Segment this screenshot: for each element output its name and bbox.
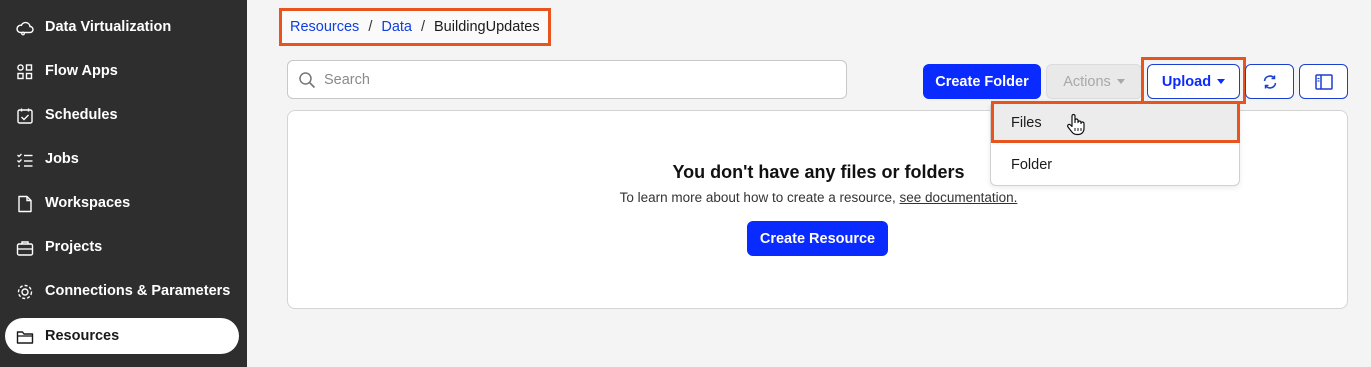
grid-icon: [17, 64, 33, 80]
actions-button[interactable]: Actions: [1046, 64, 1142, 99]
breadcrumb-link-data[interactable]: Data: [381, 19, 412, 35]
sidebar-item-label: Projects: [45, 239, 103, 255]
breadcrumb-link-resources[interactable]: Resources: [290, 19, 359, 35]
sidebar-item-label: Jobs: [45, 151, 79, 167]
breadcrumb-separator: /: [368, 19, 373, 35]
refresh-icon: [1263, 74, 1276, 89]
create-folder-button[interactable]: Create Folder: [923, 64, 1041, 99]
sidebar-item-projects[interactable]: Projects: [5, 229, 239, 265]
breadcrumb-current: BuildingUpdates: [434, 19, 540, 35]
sidebar-item-label: Data Virtualization: [45, 19, 172, 35]
checklist-icon: [17, 153, 33, 167]
sidebar-item-jobs[interactable]: Jobs: [5, 141, 239, 177]
sidebar-item-label: Workspaces: [45, 195, 131, 211]
sidebar-item-label: Flow Apps: [45, 63, 118, 79]
sidebar-item-data-virtualization[interactable]: Data Virtualization: [5, 9, 239, 45]
chevron-down-icon: [1116, 79, 1125, 84]
menu-item-folder[interactable]: Folder: [991, 145, 1239, 185]
upload-highlight: [1141, 57, 1246, 104]
files-highlight: [991, 101, 1240, 143]
sidebar-item-workspaces[interactable]: Workspaces: [5, 185, 239, 221]
create-resource-button[interactable]: Create Resource: [747, 221, 888, 256]
search-box: [287, 60, 847, 99]
folder-icon: [16, 331, 34, 344]
search-input[interactable]: [324, 69, 824, 91]
search-icon: [299, 72, 316, 89]
side-panel-icon: [1314, 73, 1333, 90]
actions-label: Actions: [1063, 73, 1111, 90]
calendar-check-icon: [17, 108, 33, 124]
document-icon: [18, 195, 32, 213]
documentation-link[interactable]: see documentation.: [900, 190, 1018, 205]
sidebar: Data Virtualization Flow Apps Schedules …: [0, 0, 247, 367]
cloud-icon: [16, 21, 34, 36]
sidebar-item-connections-parameters[interactable]: Connections & Parameters: [5, 273, 239, 309]
gear-network-icon: [17, 284, 33, 300]
sidebar-item-label: Connections & Parameters: [45, 283, 231, 299]
refresh-button[interactable]: [1245, 64, 1294, 99]
empty-state-text: To learn more about how to create a reso…: [619, 190, 896, 205]
breadcrumb: Resources / Data / BuildingUpdates: [279, 8, 551, 46]
sidebar-item-label: Resources: [45, 328, 120, 344]
briefcase-icon: [16, 241, 34, 256]
hand-cursor-icon: [1067, 113, 1085, 136]
sidebar-item-schedules[interactable]: Schedules: [5, 97, 239, 133]
empty-state-subtitle: To learn more about how to create a reso…: [288, 190, 1349, 205]
sidebar-item-resources[interactable]: Resources: [5, 318, 239, 354]
sidebar-item-label: Schedules: [45, 107, 118, 123]
breadcrumb-separator: /: [420, 19, 426, 35]
toggle-panel-button[interactable]: [1299, 64, 1348, 99]
sidebar-item-flow-apps[interactable]: Flow Apps: [5, 53, 239, 89]
